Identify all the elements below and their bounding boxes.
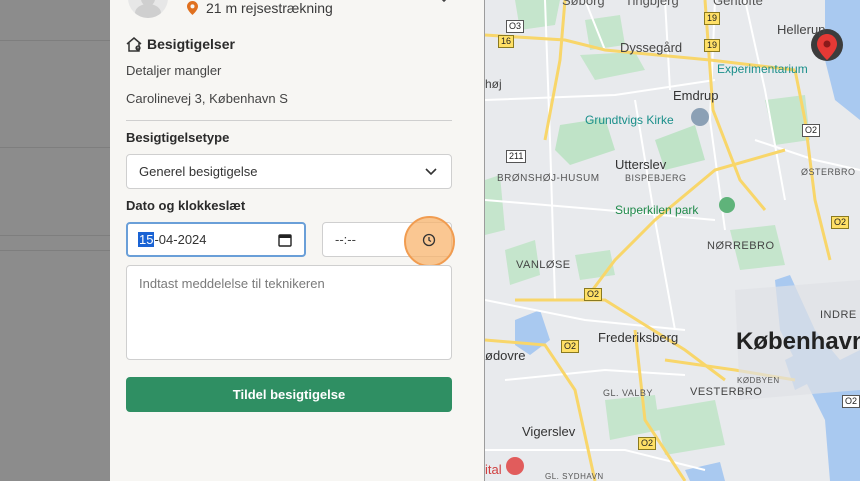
- map-label-bronshoj: BRØNSHØJ-HUSUM: [497, 173, 600, 184]
- section-title-text: Besigtigelser: [147, 36, 235, 52]
- map-label-gl-sydhavn: GL. SYDHAVN: [545, 472, 604, 481]
- chevron-down-icon: [425, 168, 437, 176]
- map-label-hoj: høj: [485, 77, 502, 91]
- time-value[interactable]: --:--: [335, 232, 356, 247]
- location-pin-icon: [187, 1, 198, 15]
- assign-inspection-button[interactable]: Tildel besigtigelse: [126, 377, 452, 412]
- date-input[interactable]: 15 -04-2024: [126, 222, 306, 257]
- assign-inspection-label: Tildel besigtigelse: [232, 387, 346, 402]
- map-label-vigerslev: Vigerslev: [522, 424, 576, 439]
- map-label-osterbro: ØSTERBRO: [801, 167, 856, 177]
- map-label-dovre: ødovre: [485, 348, 526, 363]
- map-label-ital: ital: [485, 462, 502, 477]
- map[interactable]: Søborg Tingbjerg Gentofte Hellerup Dysse…: [485, 0, 860, 481]
- datetime-label: Dato og klokkeslæt: [126, 198, 246, 213]
- section-title: Besigtigelser: [126, 36, 235, 52]
- road-shield: 19: [704, 39, 721, 52]
- map-label-gentofte: Gentofte: [713, 0, 763, 8]
- road-shield: 211: [506, 150, 527, 163]
- map-label-soborg: Søborg: [562, 0, 605, 8]
- distance-text: 21 m rejsestrækning: [206, 0, 333, 16]
- divider: [126, 120, 452, 121]
- details-text: Detaljer mangler: [126, 63, 222, 78]
- road-shield: O2: [831, 216, 850, 229]
- avatar: [128, 0, 168, 18]
- map-label-bispebjerg: BISPEBJERG: [625, 173, 687, 183]
- date-day-segment[interactable]: 15: [138, 232, 155, 247]
- road-shield: 19: [704, 12, 721, 25]
- map-label-experimentarium: Experimentarium: [717, 62, 808, 76]
- calendar-icon[interactable]: [278, 233, 292, 247]
- message-placeholder: Indtast meddelelse til teknikeren: [139, 276, 325, 291]
- map-label-emdrup: Emdrup: [673, 88, 719, 103]
- background-overlay: [0, 0, 110, 481]
- road-shield: 16: [498, 35, 515, 48]
- distance-row: 21 m rejsestrækning: [187, 0, 333, 16]
- map-label-hellerup: Hellerup: [777, 22, 826, 37]
- road-shield: O2: [802, 124, 821, 137]
- map-label-dyssegaard: Dyssegård: [620, 40, 683, 55]
- address-text: Carolinevej 3, København S: [126, 91, 288, 106]
- road-shield: O2: [561, 340, 580, 353]
- map-label-vesterbro: VESTERBRO: [690, 386, 763, 398]
- map-label-kobenhavn: København: [736, 328, 860, 355]
- map-label-frederiksberg: Frederiksberg: [598, 330, 679, 345]
- message-textarea[interactable]: Indtast meddelelse til teknikeren: [126, 265, 452, 360]
- road-shield: O3: [506, 20, 525, 33]
- house-icon: [126, 36, 142, 52]
- map-label-grundtvigs-kirke: Grundtvigs Kirke: [585, 113, 674, 127]
- map-label-superkilen: Superkilen park: [615, 203, 699, 217]
- road-shield: O2: [584, 288, 603, 301]
- inspection-type-value: Generel besigtigelse: [139, 164, 258, 179]
- map-label-norrebro: NØRREBRO: [707, 240, 775, 252]
- map-label-kodbyen: KØDBYEN: [737, 376, 780, 385]
- map-label-vanlose: VANLØSE: [516, 259, 571, 271]
- map-label-gl-valby: GL. VALBY: [603, 388, 653, 398]
- map-label-tingbjerg: Tingbjerg: [625, 0, 679, 8]
- clock-icon[interactable]: [422, 233, 436, 247]
- inspection-type-select[interactable]: Generel besigtigelse: [126, 154, 452, 189]
- inspection-type-label: Besigtigelsetype: [126, 130, 230, 145]
- date-rest[interactable]: -04-2024: [154, 232, 206, 247]
- map-label-indre: INDRE: [820, 309, 857, 321]
- road-shield: O2: [638, 437, 657, 450]
- map-label-utterslev: Utterslev: [615, 157, 667, 172]
- inspection-panel: 21 m rejsestrækning Besigtigelser Detalj…: [110, 0, 485, 481]
- road-shield: O2: [842, 395, 860, 408]
- chevron-down-icon[interactable]: [438, 0, 450, 4]
